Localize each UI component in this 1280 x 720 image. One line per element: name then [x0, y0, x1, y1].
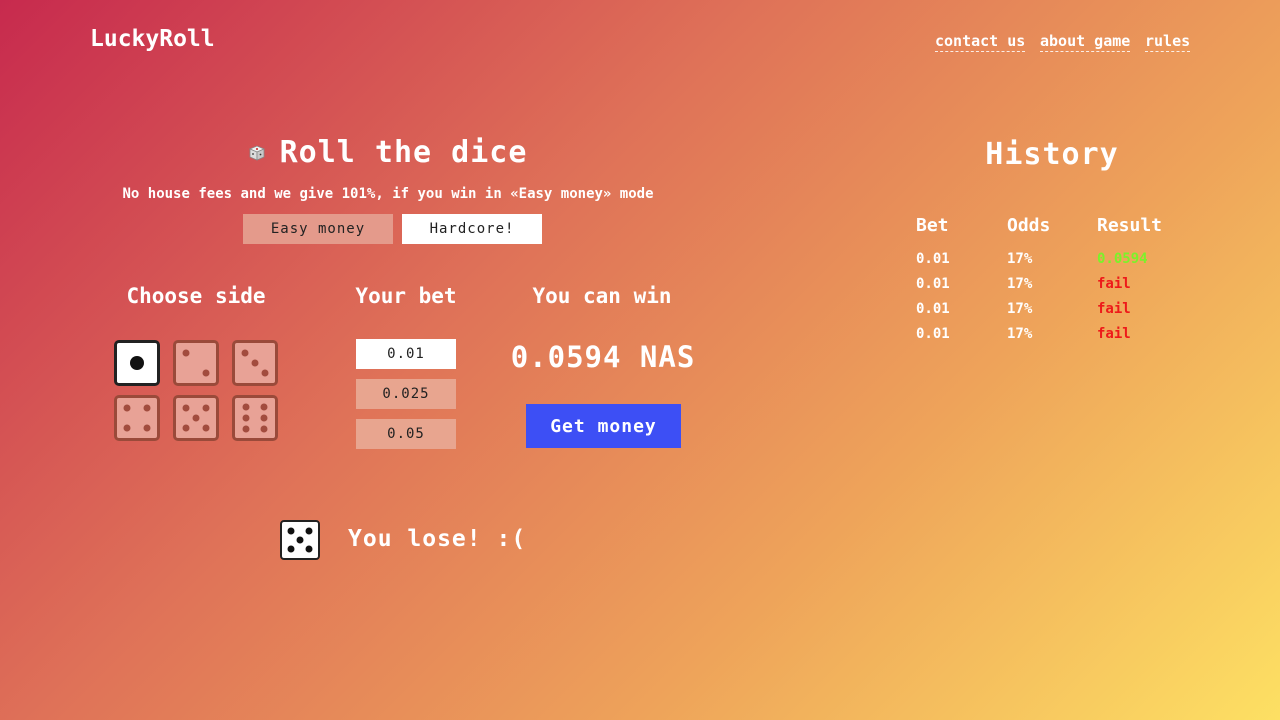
history-row-1-result: 0.0594: [1097, 251, 1148, 267]
you-can-win-label: You can win: [532, 284, 672, 308]
die-side-5[interactable]: [173, 395, 219, 441]
history-header-result: Result: [1097, 215, 1163, 236]
history-row-1-bet: 0.01: [916, 251, 950, 267]
your-bet-label: Your bet: [355, 284, 457, 308]
game-title-wrap: Roll the dice: [100, 135, 675, 170]
die-side-3[interactable]: [232, 340, 278, 386]
die-face-3-icon: [241, 349, 269, 377]
history-row-1-odds: 17%: [1007, 251, 1033, 267]
history-row-2-result: fail: [1097, 276, 1131, 292]
history-row-2-odds: 17%: [1007, 276, 1033, 292]
result-message: You lose! :(: [348, 526, 527, 552]
mode-hardcore-button[interactable]: Hardcore!: [402, 214, 542, 244]
die-face-2-icon: [182, 349, 210, 377]
history-header-odds: Odds: [1007, 215, 1051, 236]
bet-option-0-05[interactable]: 0.05: [356, 419, 456, 449]
die-side-4[interactable]: [114, 395, 160, 441]
get-money-button[interactable]: Get money: [526, 404, 681, 448]
history-row-3-result: fail: [1097, 301, 1131, 317]
history-row-3-bet: 0.01: [916, 301, 950, 317]
choose-side-label: Choose side: [126, 284, 266, 308]
nav-about-game[interactable]: about game: [1040, 32, 1131, 52]
result-die: [280, 520, 320, 560]
bet-option-0-025[interactable]: 0.025: [356, 379, 456, 409]
logo[interactable]: LuckyRoll: [90, 26, 215, 52]
history-title: History: [985, 137, 1119, 172]
history-row-3-odds: 17%: [1007, 301, 1033, 317]
die-face-5-icon: [287, 527, 313, 553]
history-header-bet: Bet: [916, 215, 949, 236]
bet-option-0-01[interactable]: 0.01: [356, 339, 456, 369]
die-side-2[interactable]: [173, 340, 219, 386]
history-row-4-result: fail: [1097, 326, 1131, 342]
die-side-6[interactable]: [232, 395, 278, 441]
game-subtitle: No house fees and we give 101%, if you w…: [122, 186, 654, 202]
win-amount: 0.0594 NAS: [510, 340, 696, 374]
nav-rules[interactable]: rules: [1145, 32, 1191, 52]
dice-icon: [248, 145, 265, 161]
history-row-4-bet: 0.01: [916, 326, 950, 342]
history-row-2-bet: 0.01: [916, 276, 950, 292]
nav-contact-us[interactable]: contact us: [935, 32, 1026, 52]
die-side-1[interactable]: [114, 340, 160, 386]
die-face-1-icon: [130, 356, 144, 370]
die-face-5-icon: [182, 404, 210, 432]
history-row-4-odds: 17%: [1007, 326, 1033, 342]
die-face-6-icon: [242, 403, 268, 433]
die-face-4-icon: [123, 404, 151, 432]
mode-easy-money-button[interactable]: Easy money: [243, 214, 393, 244]
game-title-text: Roll the dice: [279, 135, 528, 170]
game-title: Roll the dice: [248, 135, 528, 170]
